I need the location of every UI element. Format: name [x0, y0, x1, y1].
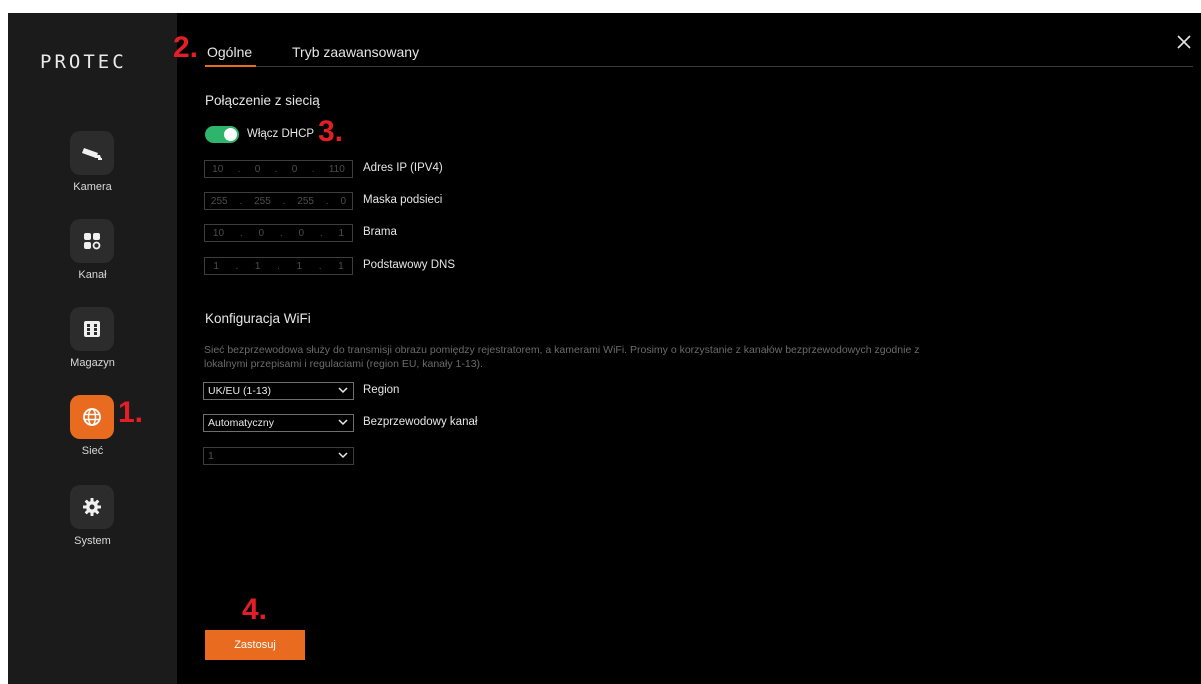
- chevron-down-icon: [338, 452, 348, 459]
- ip-octet: 10: [212, 227, 225, 239]
- sidebar-item-siec[interactable]: Sieć: [8, 395, 177, 475]
- storage-icon: [70, 307, 114, 351]
- gateway-field[interactable]: 10. 0. 0. 1: [204, 224, 353, 242]
- tab-tryb-zaawansowany[interactable]: Tryb zaawansowany: [292, 44, 419, 60]
- subnet-mask-label: Maska podsieci: [363, 194, 443, 206]
- close-icon[interactable]: [1175, 33, 1193, 51]
- ip-octet: 110: [328, 163, 345, 175]
- network-section-title: Połączenie z siecią: [205, 93, 320, 108]
- wifi-description: Sieć bezprzewodowa służy do transmisji o…: [204, 344, 920, 370]
- sidebar-item-label: System: [74, 535, 111, 547]
- ip-octet: 1: [338, 227, 345, 239]
- protec-logo: PROTEC: [40, 51, 127, 73]
- toggle-knob: [224, 128, 237, 141]
- sidebar-item-label: Kanał: [78, 269, 107, 281]
- gear-icon: [70, 485, 114, 529]
- sidebar-item-system[interactable]: System: [8, 485, 177, 565]
- ip-address-field[interactable]: 10. 0. 0. 110: [204, 160, 353, 178]
- channel-number-value: 1: [208, 450, 214, 462]
- ip-octet: 0: [340, 195, 347, 207]
- region-value: UK/EU (1-13): [208, 385, 272, 397]
- chevron-down-icon: [338, 419, 348, 426]
- channel-mode-select[interactable]: Automatyczny: [203, 414, 354, 432]
- sidebar-item-magazyn[interactable]: Magazyn: [8, 307, 177, 387]
- channel-mode-value: Automatyczny: [208, 417, 274, 429]
- ip-octet: 0: [258, 227, 265, 239]
- subnet-mask-field[interactable]: 255. 255. 255. 0: [204, 192, 353, 210]
- channel-label: Bezprzewodowy kanał: [363, 416, 478, 428]
- step-annotation-1: 1.: [118, 396, 144, 429]
- ip-octet: 1: [254, 260, 261, 272]
- ip-octet: 255: [297, 195, 314, 207]
- dhcp-toggle[interactable]: [205, 126, 239, 143]
- channel-number-select[interactable]: 1: [203, 447, 354, 465]
- ip-octet: 10: [212, 163, 224, 175]
- gateway-label: Brama: [363, 226, 397, 238]
- step-annotation-4: 4.: [242, 593, 268, 626]
- sidebar-item-label: Magazyn: [70, 357, 115, 369]
- region-select[interactable]: UK/EU (1-13): [203, 382, 354, 400]
- sidebar-item-kamera[interactable]: Kamera: [8, 131, 177, 211]
- ip-octet: 255: [254, 195, 271, 207]
- tab-ogolne[interactable]: Ogólne: [207, 44, 252, 60]
- dhcp-label: Włącz DHCP: [247, 128, 315, 140]
- wifi-section-title: Konfiguracja WiFi: [205, 311, 311, 326]
- ip-octet: 1: [338, 260, 344, 272]
- ip-octet: 0: [291, 163, 298, 175]
- sidebar-item-label: Kamera: [73, 181, 112, 193]
- active-tab-indicator: [205, 65, 256, 67]
- step-annotation-3: 3.: [318, 115, 344, 148]
- step-annotation-2: 2.: [173, 31, 199, 64]
- ip-octet: 1: [213, 260, 219, 272]
- sidebar: PROTEC Kamera Kanał Magazyn Sieć System: [8, 13, 177, 684]
- chevron-down-icon: [338, 387, 348, 394]
- dns-field[interactable]: 1. 1. 1. 1: [204, 257, 353, 275]
- ip-octet: 255: [210, 195, 228, 207]
- region-label: Region: [363, 384, 400, 396]
- camera-icon: [70, 131, 114, 175]
- grid-icon: [70, 219, 114, 263]
- sidebar-item-label: Sieć: [81, 445, 104, 457]
- dns-label: Podstawowy DNS: [363, 259, 456, 271]
- sidebar-item-kanal[interactable]: Kanał: [8, 219, 177, 299]
- ip-octet: 0: [298, 227, 305, 239]
- apply-button[interactable]: Zastosuj: [205, 630, 305, 660]
- settings-window: PROTEC Kamera Kanał Magazyn Sieć System …: [8, 13, 1201, 684]
- globe-icon: [70, 395, 114, 439]
- ip-octet: 1: [296, 260, 303, 272]
- ip-octet: 0: [254, 163, 261, 175]
- ip-address-label: Adres IP (IPV4): [363, 162, 443, 174]
